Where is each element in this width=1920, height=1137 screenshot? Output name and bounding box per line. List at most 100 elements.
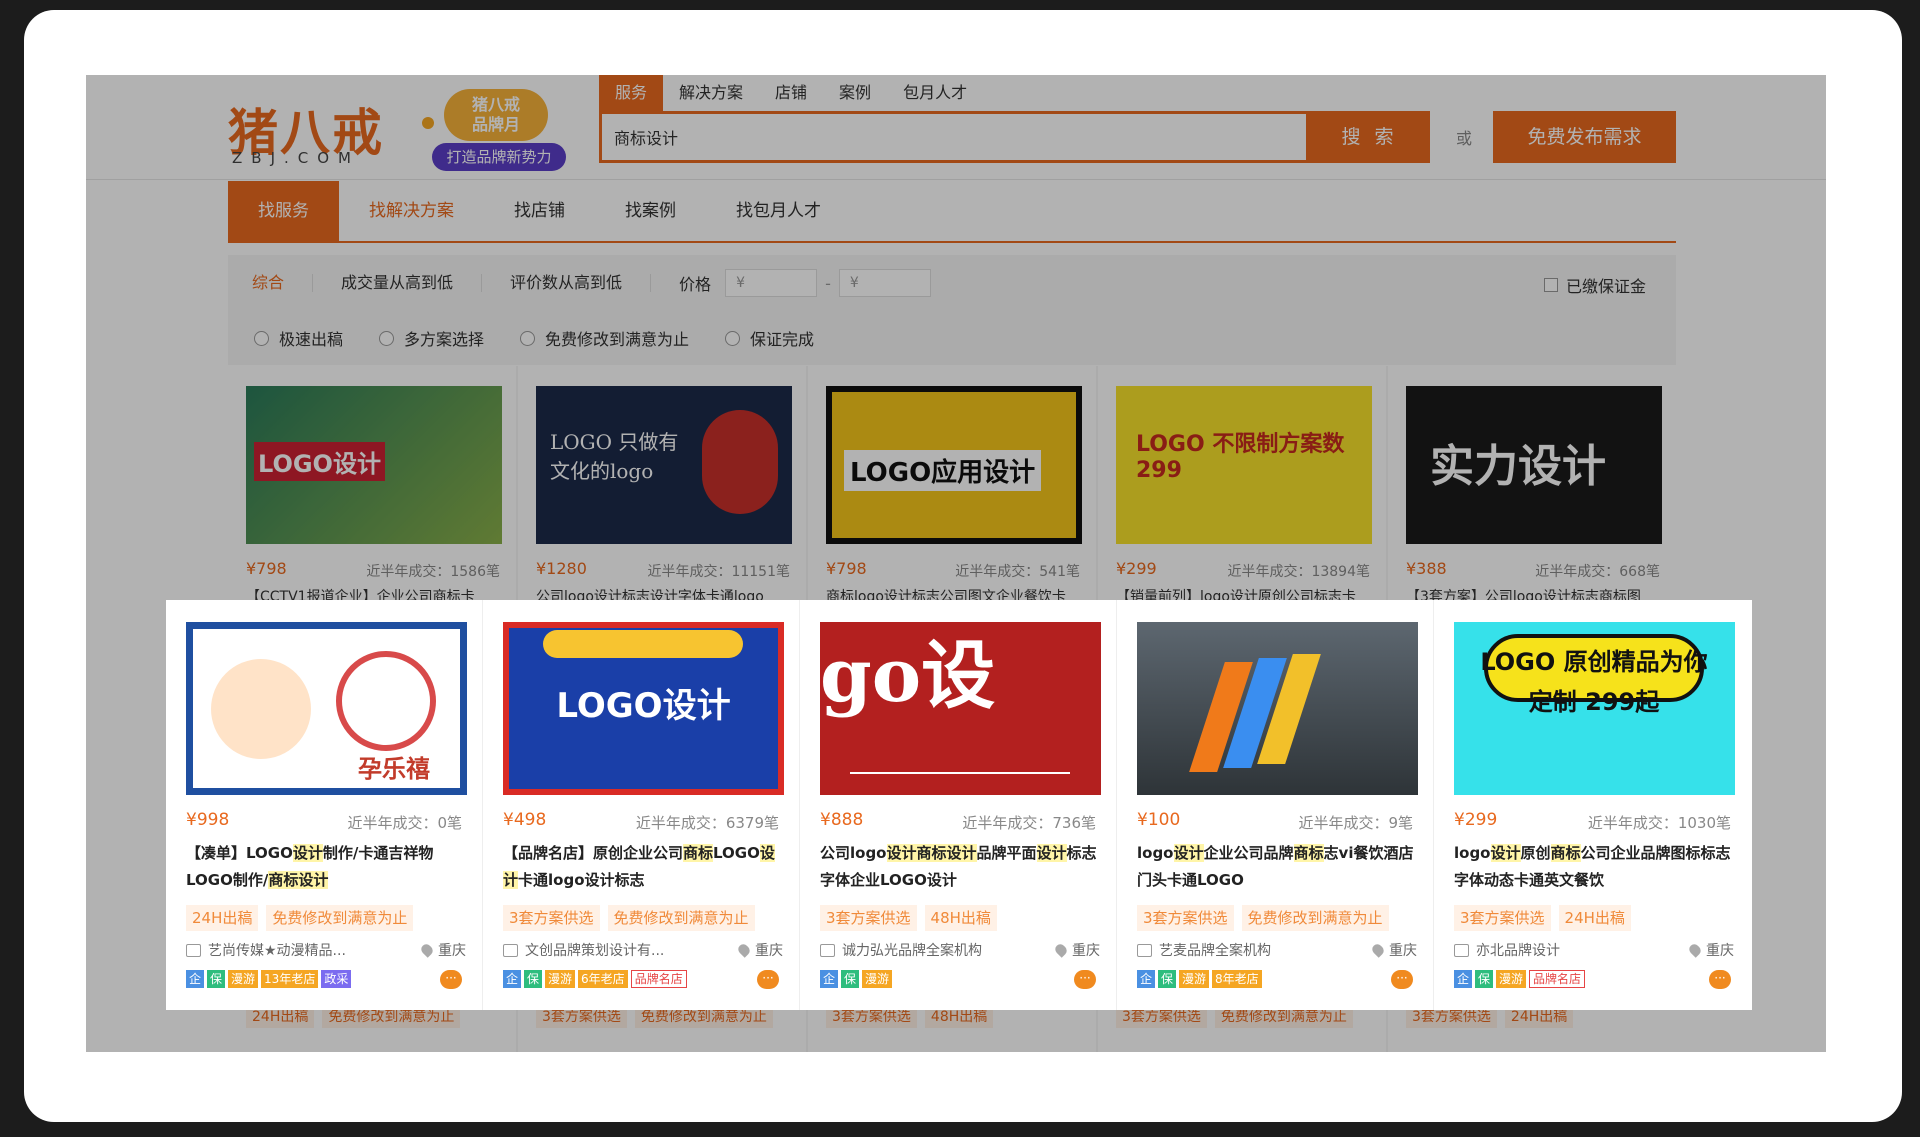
product-card-5[interactable]: LOGO 原创精品为你定制 299起 ¥299 近半年成交：1030笔 logo… (1434, 600, 1751, 1010)
radio-icon[interactable] (520, 330, 536, 346)
product-sales: 近半年成交：13894笔 (1227, 564, 1370, 580)
badge-enterprise: 企 (503, 970, 522, 988)
radio-icon[interactable] (379, 330, 395, 346)
chat-icon[interactable]: ··· (757, 970, 779, 989)
radio-icon[interactable] (254, 330, 269, 346)
product-title[interactable]: logo设计原创商标公司企业品牌图标标志字体动态卡通英文餐饮 (1454, 840, 1738, 894)
option-label: 极速出稿 (279, 330, 344, 349)
product-tag: 3套方案供选 (820, 905, 917, 931)
shop-name[interactable]: 亦北品牌设计 (1476, 940, 1560, 960)
search-input[interactable] (602, 114, 1306, 160)
deposit-checkbox[interactable] (1543, 278, 1558, 292)
badge-brand-shop: 品牌名店 (1529, 970, 1586, 988)
search-tab-shop[interactable]: 店铺 (759, 75, 823, 111)
radio-icon[interactable] (725, 330, 741, 346)
product-image[interactable]: go设 (820, 622, 1101, 795)
nav-find-shop[interactable]: 找店铺 (484, 181, 595, 241)
badge-gov-purchase: 政采 (321, 970, 352, 988)
search-button[interactable]: 搜 索 (1309, 111, 1430, 163)
chat-icon[interactable]: ··· (440, 970, 462, 989)
product-card-3[interactable]: go设 ¥888 近半年成交：736笔 公司logo设计商标设计品牌平面设计标志… (800, 600, 1117, 1010)
badge-enterprise: 企 (1454, 970, 1473, 988)
shop-name[interactable]: 文创品牌策划设计有... (525, 940, 664, 960)
chat-icon[interactable]: ··· (1709, 970, 1731, 989)
search-tab-case[interactable]: 案例 (823, 75, 887, 111)
product-price: ¥498 (503, 810, 547, 830)
search-tab-solution[interactable]: 解决方案 (663, 75, 759, 111)
product-image-text: 孕乐禧 (358, 755, 430, 783)
sort-by-sales[interactable]: 成交量从高到低 (341, 274, 483, 292)
product-image[interactable] (1137, 622, 1418, 795)
product-title[interactable]: 公司logo设计商标设计品牌平面设计标志字体企业LOGO设计 (820, 840, 1104, 894)
product-title[interactable]: 【凑单】LOGO设计制作/卡通吉祥物LOGO制作/商标设计 (186, 840, 470, 894)
product-tag: 免费修改到满意为止 (266, 905, 414, 931)
product-tag: 免费修改到满意为止 (607, 905, 755, 931)
product-image[interactable]: LOGO设计 (246, 386, 502, 544)
option-multi-plan[interactable]: 多方案选择 (379, 326, 484, 350)
nav-find-case[interactable]: 找案例 (595, 181, 706, 241)
nav-find-solution[interactable]: 找解决方案 (339, 181, 484, 241)
product-image[interactable]: 孕乐禧 (186, 622, 467, 795)
chat-icon[interactable]: ··· (1074, 970, 1096, 989)
product-title[interactable]: logo设计企业公司品牌商标志vi餐饮酒店门头卡通LOGO (1137, 840, 1421, 894)
shop-badges: 企 保 漫游 (820, 970, 893, 988)
product-title[interactable]: 【品牌名店】原创企业公司商标LOGO设计卡通logo设计标志 (503, 840, 787, 894)
product-image-text: LOGO 只做有文化的logo (550, 430, 679, 483)
product-sales: 近半年成交：9笔 (1298, 814, 1413, 832)
product-sales: 近半年成交：6379笔 (635, 814, 779, 832)
product-image[interactable]: 实力设计 (1406, 386, 1662, 544)
product-image-text: LOGO设计 (254, 442, 385, 481)
promo-line2: 品牌月 (471, 115, 520, 134)
option-label: 免费修改到满意为止 (545, 330, 690, 349)
location-text: 重庆 (438, 943, 466, 959)
option-guaranteed[interactable]: 保证完成 (725, 326, 814, 350)
highlighted-product-row: 孕乐禧 ¥998 近半年成交：0笔 【凑单】LOGO设计制作/卡通吉祥物LOGO… (166, 600, 1752, 1010)
shop-info[interactable]: 艺麦品牌全案机构 重庆 (1137, 940, 1417, 960)
shop-info[interactable]: 文创品牌策划设计有... 重庆 (503, 940, 783, 960)
sort-overall[interactable]: 综合 (252, 274, 314, 292)
product-image[interactable]: LOGO设计 (503, 622, 784, 795)
product-tags: 24H出稿 免费修改到满意为止 (186, 905, 414, 931)
product-image[interactable]: LOGO 不限制方案数 299 (1116, 386, 1372, 544)
product-card-2[interactable]: LOGO设计 ¥498 近半年成交：6379笔 【品牌名店】原创企业公司商标LO… (483, 600, 800, 1010)
shop-name[interactable]: 艺尚传媒★动漫精品... (208, 940, 346, 960)
shop-name[interactable]: 艺麦品牌全案机构 (1159, 940, 1271, 960)
option-row: 极速出稿 多方案选择 免费修改到满意为止 保证完成 (228, 311, 1676, 365)
deposit-filter[interactable]: 已缴保证金 (1543, 273, 1646, 297)
product-card-1[interactable]: 孕乐禧 ¥998 近半年成交：0笔 【凑单】LOGO设计制作/卡通吉祥物LOGO… (166, 600, 483, 1010)
shop-info[interactable]: 诚力弘光品牌全案机构 重庆 (820, 940, 1100, 960)
product-image[interactable]: LOGO 原创精品为你定制 299起 (1454, 622, 1735, 795)
nav-find-talent[interactable]: 找包月人才 (706, 181, 851, 241)
product-image[interactable]: LOGO 只做有文化的logo (536, 386, 792, 544)
badge-brand-shop: 品牌名店 (630, 970, 687, 988)
promo-button[interactable]: 打造品牌新势力 (432, 143, 566, 171)
search-tab-talent[interactable]: 包月人才 (887, 75, 983, 111)
location: 重庆 (1370, 940, 1417, 960)
badge-shop-age: 8年老店 (1212, 970, 1262, 988)
search-tabs: 服务 解决方案 店铺 案例 包月人才 (599, 75, 983, 111)
main-nav: 找服务 找解决方案 找店铺 找案例 找包月人才 (228, 181, 1676, 243)
sort-by-reviews[interactable]: 评价数从高到低 (510, 274, 652, 292)
chat-icon[interactable]: ··· (1391, 970, 1413, 989)
product-image[interactable]: LOGO应用设计 (826, 386, 1082, 544)
shop-name[interactable]: 诚力弘光品牌全案机构 (842, 940, 982, 960)
publish-demand-button[interactable]: 免费发布需求 (1493, 111, 1676, 163)
badge-manyou: 漫游 (1496, 970, 1527, 988)
price-min-input[interactable]: ¥ (725, 269, 818, 297)
option-free-revision[interactable]: 免费修改到满意为止 (520, 326, 689, 350)
option-fast-draft[interactable]: 极速出稿 (254, 326, 343, 350)
brand-month-promo[interactable]: 猪八戒 品牌月 打造品牌新势力 (422, 83, 572, 173)
location-pin-icon (1053, 942, 1069, 958)
product-tag: 48H出稿 (924, 905, 997, 931)
shop-icon (503, 943, 518, 957)
product-sales: 近半年成交：11151笔 (647, 564, 790, 580)
product-card-4[interactable]: ¥100 近半年成交：9笔 logo设计企业公司品牌商标志vi餐饮酒店门头卡通L… (1117, 600, 1434, 1010)
shop-info[interactable]: 亦北品牌设计 重庆 (1454, 940, 1734, 960)
price-max-input[interactable]: ¥ (838, 269, 931, 297)
opera-mask-icon (702, 410, 778, 514)
location: 重庆 (419, 940, 466, 960)
badge-manyou: 漫游 (862, 970, 893, 988)
nav-find-service[interactable]: 找服务 (228, 181, 339, 241)
search-tab-service[interactable]: 服务 (599, 75, 664, 111)
shop-info[interactable]: 艺尚传媒★动漫精品... 重庆 (186, 940, 466, 960)
